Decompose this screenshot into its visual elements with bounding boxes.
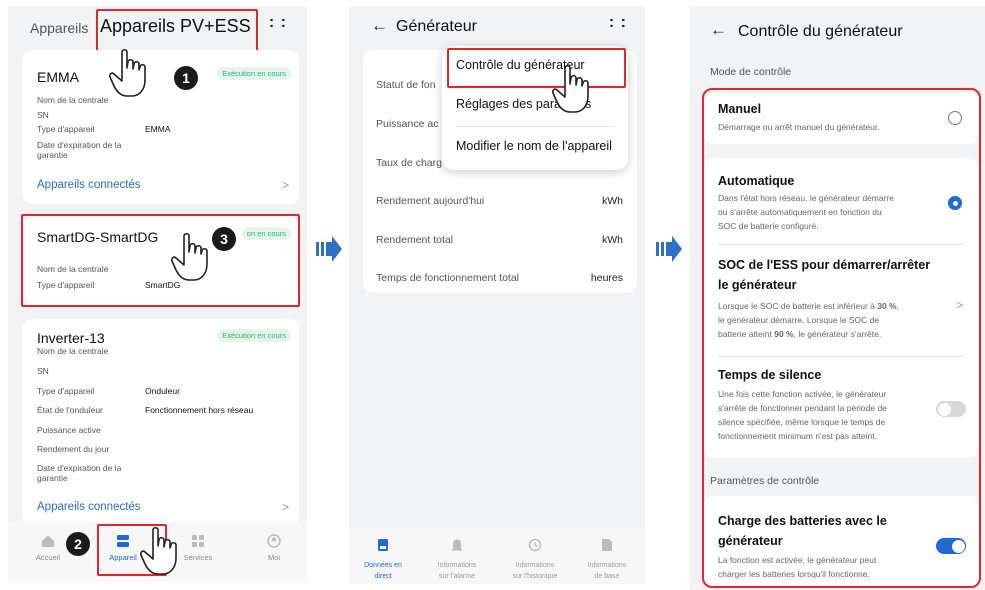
field-label: Type d'appareil	[37, 124, 95, 134]
field-value: Onduleur	[145, 386, 180, 396]
field-label: SN	[37, 110, 49, 120]
pointing-hand-icon	[171, 232, 208, 281]
step-badge: 3	[212, 227, 236, 251]
more-dots-icon[interactable]: : :	[269, 14, 287, 32]
nav-label: Moi	[267, 553, 281, 562]
row-label: Temps de fonctionnement total	[376, 272, 520, 284]
connected-devices-link[interactable]: Appareils connectés	[37, 179, 141, 191]
step-badge: 1	[174, 66, 198, 90]
chevron-right-icon[interactable]: >	[282, 500, 289, 514]
device-title: EMMA	[37, 69, 79, 85]
grid-icon	[192, 535, 204, 547]
pointing-hand-icon	[552, 64, 589, 113]
nav-label-line: Informations	[587, 562, 627, 569]
header: ← Générateur : :	[349, 6, 645, 50]
nav-label: Informations de base	[577, 560, 637, 582]
chevron-right-icon[interactable]: >	[282, 178, 289, 192]
step-badge: 2	[66, 532, 90, 556]
field-label: Rendement du jour	[37, 444, 110, 454]
user-icon	[267, 534, 281, 548]
home-icon	[42, 535, 54, 547]
nav-live-data[interactable]: Données en direct	[353, 538, 413, 582]
field-label: Type d'appareil	[37, 386, 95, 396]
device-card-emma[interactable]: EMMA Exécution en cours Nom de la centra…	[22, 50, 299, 204]
row-value: kWh	[602, 195, 623, 207]
menu-item-label: Réglages des para	[456, 97, 561, 111]
field-value: Fonctionnement hors réseau	[145, 405, 254, 415]
generator-control-screen: ← Contrôle du générateur Mode de contrôl…	[690, 6, 985, 590]
nav-basic-info[interactable]: Informations de base	[577, 538, 637, 582]
field-label: Date d'expiration de la garantie	[37, 140, 122, 160]
row-label: Puissance ac	[376, 118, 439, 130]
field-label: Nom de la centrale	[37, 346, 109, 356]
back-arrow-icon[interactable]: ←	[371, 16, 388, 36]
section-title: Mode de contrôle	[710, 66, 792, 78]
row-label: Taux de charg	[376, 157, 442, 169]
device-card-inverter[interactable]: Inverter-13 Exécution en cours Nom de la…	[22, 319, 299, 526]
page-title: Contrôle du générateur	[738, 23, 903, 40]
nav-label-line: Données en	[364, 562, 402, 569]
devices-screen: Appareils Appareils PV+ESS : : EMMA Exéc…	[8, 6, 307, 582]
nav-history-info[interactable]: Informations sur l'historique	[505, 538, 565, 582]
highlight-box-settings	[702, 88, 981, 588]
row-label: Statut de fon	[376, 79, 436, 91]
nav-label: Informations sur l'historique	[505, 560, 565, 582]
pointing-hand-icon	[140, 526, 177, 575]
field-label: SN	[37, 366, 49, 376]
pointing-hand-icon	[109, 48, 146, 97]
status-badge: Exécution en cours	[217, 67, 291, 80]
nav-label: Accueil	[35, 553, 61, 562]
row-value: heures	[590, 272, 623, 284]
nav-label-line: Informations	[437, 562, 477, 569]
row-label: Rendement aujourd'hui	[376, 195, 485, 207]
nav-me[interactable]: Moi	[244, 534, 304, 562]
nav-label-line: direct	[374, 573, 392, 580]
connected-devices-link[interactable]: Appareils connectés	[37, 501, 141, 513]
field-value: EMMA	[145, 124, 171, 134]
field-label: Puissance active	[37, 425, 101, 435]
nav-alarm-info[interactable]: Informations sur l'alarme	[427, 538, 487, 582]
highlight-box-menu	[447, 48, 626, 88]
nav-label-line: Informations	[515, 562, 555, 569]
bottom-navigation: Données en direct Informations sur l'alarm…	[349, 528, 645, 584]
status-badge: Exécution en cours	[217, 329, 291, 342]
row-label: Rendement total	[376, 234, 454, 246]
live-data-icon	[378, 539, 388, 551]
nav-label-line: sur l'alarme	[439, 573, 475, 580]
field-label: Nom de la centrale	[37, 95, 109, 105]
highlight-box-tab	[96, 9, 258, 53]
flow-arrow-icon	[316, 236, 342, 262]
device-title: Inverter-13	[37, 330, 105, 346]
document-icon	[602, 539, 612, 551]
nav-label: Données en direct	[353, 560, 413, 582]
row-value: kWh	[602, 234, 623, 246]
highlight-box-smartdg	[21, 214, 300, 307]
back-arrow-icon[interactable]: ←	[710, 20, 727, 40]
more-dots-icon[interactable]: : :	[609, 14, 627, 32]
alarm-icon	[452, 539, 462, 551]
menu-divider	[456, 126, 614, 127]
field-label: État de l'onduleur	[37, 405, 103, 415]
page-title: Générateur	[396, 18, 477, 35]
nav-label-line: de base	[594, 573, 620, 580]
generator-screen: ← Générateur : : Statut de fon Puissance…	[349, 6, 645, 584]
menu-item-rename-device[interactable]: Modifier le nom de l'appareil	[456, 139, 612, 153]
nav-label: Informations sur l'alarme	[427, 560, 487, 582]
field-label: Date d'expiration de la garantie	[37, 463, 122, 483]
tab-devices[interactable]: Appareils	[30, 20, 88, 36]
nav-label-line: sur l'historique	[512, 573, 558, 580]
history-icon	[528, 538, 542, 552]
flow-arrow-icon	[656, 236, 682, 262]
